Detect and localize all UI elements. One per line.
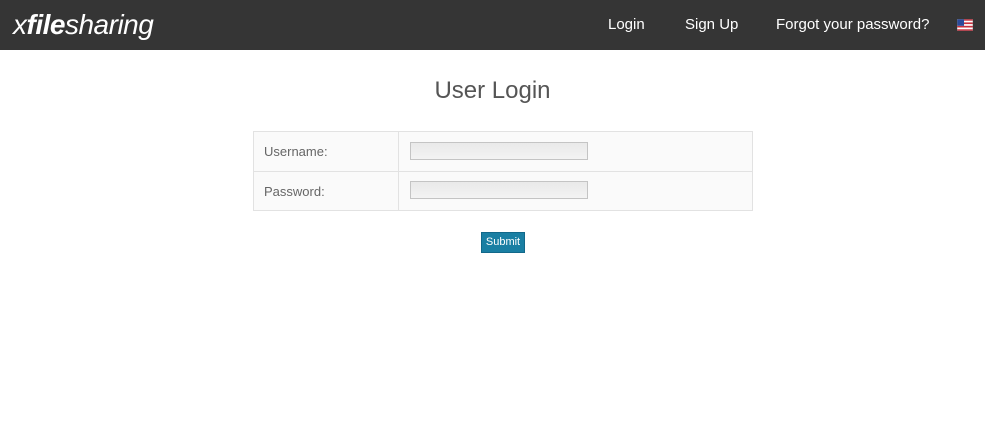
- username-label: Username:: [264, 144, 328, 159]
- top-navigation-bar: xfilesharing Login Sign Up Forgot your p…: [0, 0, 985, 50]
- nav-forgot-password-link[interactable]: Forgot your password?: [776, 0, 929, 50]
- username-input[interactable]: [410, 142, 588, 160]
- password-row: Password:: [254, 171, 752, 210]
- site-logo[interactable]: xfilesharing: [13, 8, 154, 42]
- page-title: User Login: [434, 77, 551, 104]
- submit-button[interactable]: Submit: [481, 232, 525, 253]
- password-label-cell: Password:: [254, 172, 399, 210]
- login-form-table: Username: Password:: [253, 131, 753, 211]
- logo-suffix: sharing: [64, 9, 154, 40]
- nav-signup-link[interactable]: Sign Up: [685, 0, 738, 50]
- password-input[interactable]: [410, 181, 588, 199]
- username-label-cell: Username:: [254, 132, 399, 171]
- us-flag-icon[interactable]: [957, 19, 973, 31]
- nav-login-link[interactable]: Login: [608, 0, 645, 50]
- logo-prefix: x: [13, 9, 27, 40]
- logo-bold-part: file: [26, 9, 66, 40]
- username-row: Username:: [254, 132, 752, 171]
- password-label: Password:: [264, 184, 325, 199]
